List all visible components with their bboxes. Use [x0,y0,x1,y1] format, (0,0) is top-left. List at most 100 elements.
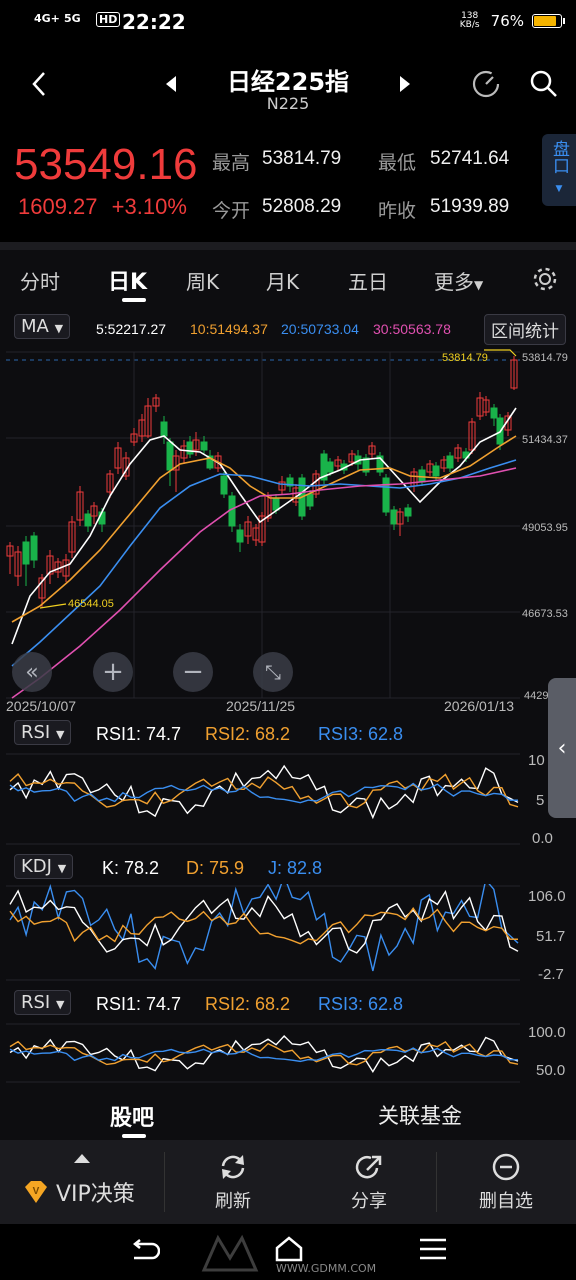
pankou-label: 盘口 [549,140,569,174]
low-marker-line [39,603,67,609]
toolbar-divider [164,1152,165,1212]
range-stats-button[interactable]: 区间统计 [484,314,566,345]
refresh-button[interactable]: 刷新 [206,1152,260,1213]
rsi-header: RSI ▼ RSI1: 74.7 RSI2: 68.2 RSI3: 62.8 [0,718,576,750]
rsi2-header: RSI ▼ RSI1: 74.7 RSI2: 68.2 RSI3: 62.8 [0,988,576,1020]
candle-body [84,513,92,527]
axis-label-2: 51434.37 [522,434,568,446]
settings-gear-icon[interactable] [532,266,558,292]
open-value: 52808.29 [262,196,342,217]
battery-icon [532,14,565,28]
rsi2-rsi1-value: RSI1: 74.7 [96,994,182,1014]
tab-daily-k[interactable]: 日K [108,264,147,296]
candle-body [22,541,30,565]
candle-body [236,529,244,543]
nav-home-icon[interactable] [272,1234,306,1264]
tab-five-day[interactable]: 五日 [348,266,388,295]
date-mid: 2025/11/25 [226,698,296,714]
rsi-caret-icon: ▼ [55,728,65,741]
high-marker: 53814.79 [442,352,488,364]
vip-decision-button[interactable]: V VIP决策 [22,1176,135,1208]
tab-more-label: 更多 [434,270,474,294]
axis-label-4: 46673.53 [522,608,568,620]
active-tab-indicator [122,298,146,302]
plus-icon: + [102,657,124,687]
refresh-icon [221,1155,245,1179]
vip-label: VIP决策 [56,1182,135,1207]
pankou-button[interactable]: 盘口 ▼ [542,134,576,206]
rsi2-selector[interactable]: RSI ▼ [14,990,72,1015]
tab-stock-forum[interactable]: 股吧 [110,1100,154,1132]
candle-body [200,441,208,451]
ma-caret-icon: ▼ [54,322,64,335]
expand-icon: ⤡ [265,660,281,684]
high-value: 53814.79 [262,148,342,169]
candle-body [186,441,194,455]
signal-4g-icon: 4G+ [34,12,60,25]
low-label: 最低 [378,152,417,174]
svg-text:V: V [33,1186,40,1197]
last-price: 53549.16 [14,140,198,189]
share-label: 分享 [351,1191,387,1212]
tab-monthly-k[interactable]: 月K [266,266,299,295]
remove-watchlist-button[interactable]: 删自选 [476,1152,536,1213]
kdj-selector[interactable]: KDJ ▼ [14,854,74,879]
axis-label-top: 53814.79 [522,352,568,364]
share-icon [355,1155,382,1179]
high-marker-line [484,349,517,357]
fullscreen-button[interactable]: ⤡ [253,652,293,692]
double-chevron-left-icon: « [25,659,39,685]
next-index-icon[interactable] [398,74,412,94]
rsi-axis-bottom: 0.0 [532,830,553,847]
rsi-axis-top: 10 [528,752,545,769]
rsi-selector[interactable]: RSI ▼ [14,720,72,745]
candle-body [326,461,334,473]
kdj-caret-icon: ▼ [57,862,67,875]
toolbar-divider-2 [436,1152,437,1212]
system-nav-bar: WWW.GDMM.COM [0,1224,576,1280]
candle-body [166,441,174,471]
pankou-caret-icon: ▼ [555,184,563,194]
status-right: 138 KB/s 76% [457,11,565,30]
kdj-header: KDJ ▼ K: 78.2 D: 75.9 J: 82.8 [0,852,576,884]
more-caret-icon: ▼ [474,278,484,292]
share-button[interactable]: 分享 [342,1152,396,1213]
expand-up-icon[interactable] [74,1154,90,1163]
rsi2-value: RSI2: 68.2 [205,724,291,744]
low-marker: 46544.05 [68,598,114,610]
quote-panel: 53549.16 1609.27 +3.10% 最高 53814.79 最低 5… [0,126,576,242]
nav-menu-icon[interactable] [418,1236,448,1262]
auto-refresh-icon[interactable] [470,68,502,100]
axis-label-bottom: 4429 [524,690,549,702]
scroll-left-button[interactable]: « [12,652,52,692]
kdj-selector-label: KDJ [21,856,52,877]
tab-weekly-k[interactable]: 周K [186,266,219,295]
bottom-tabs: 股吧 关联基金 [0,1088,576,1140]
rsi-axis-mid: 5 [536,792,545,809]
candle-body [382,477,390,513]
zoom-out-button[interactable]: − [173,652,213,692]
tab-related-funds[interactable]: 关联基金 [378,1100,462,1130]
hd-icon: HD [96,12,121,27]
zoom-in-button[interactable]: + [93,652,133,692]
ma-bar: MA ▼ 5:52217.27 10:51494.37 20:50733.04 … [0,314,576,346]
refresh-label: 刷新 [215,1191,251,1212]
ma-selector[interactable]: MA ▼ [14,314,71,339]
tab-more[interactable]: 更多▼ [434,266,483,295]
nav-back-icon[interactable] [128,1238,160,1264]
search-icon[interactable] [528,68,560,100]
rsi-chart [6,753,520,845]
kdj-axis-mid: 51.7 [536,928,566,945]
high-label: 最高 [212,152,251,174]
signal-5g-icon: 5G [64,12,81,25]
kdj-chart [6,884,520,981]
net-speed: 138 KB/s [459,11,480,30]
candle-body [30,535,38,561]
remove-label: 删自选 [479,1191,533,1212]
ma10-value: 10:51494.37 [190,321,268,337]
rsi-selector-label: RSI [21,722,51,743]
candle-body [432,465,440,477]
chart-grid [6,351,520,699]
low-value: 52741.64 [430,148,510,169]
tab-intraday[interactable]: 分时 [20,266,60,295]
